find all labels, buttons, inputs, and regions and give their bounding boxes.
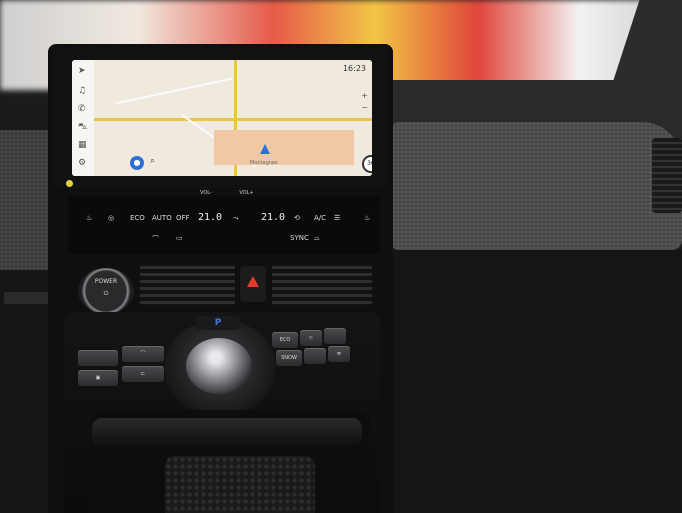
- steering-heat-icon[interactable]: ◎: [108, 214, 114, 222]
- hold-button[interactable]: ≣: [328, 346, 350, 362]
- settings-icon[interactable]: ⚙: [78, 158, 86, 168]
- hazard-button[interactable]: [240, 266, 266, 302]
- mic-button[interactable]: ●: [130, 156, 144, 170]
- dashboard-fabric-panel: [392, 122, 682, 250]
- auto-label[interactable]: AUTO: [152, 214, 172, 222]
- console-button-right[interactable]: [304, 348, 326, 364]
- car-icon[interactable]: ⛍: [78, 122, 87, 133]
- screen-side-rail: ➤ ♫ ✆ ⛍ ▦ ⚙: [72, 60, 94, 176]
- recirculation-icon[interactable]: ⟲: [294, 214, 300, 222]
- console-button[interactable]: ⌒: [122, 346, 164, 362]
- eco-mode-button[interactable]: ECO: [272, 332, 298, 348]
- status-time: 16:23: [342, 64, 366, 73]
- lower-dashboard: [380, 250, 682, 513]
- indicator-light: [66, 180, 73, 187]
- power-icon: ⏻: [103, 290, 109, 297]
- ac-label[interactable]: A/C: [314, 214, 326, 222]
- rear-defrost-icon[interactable]: ☰: [334, 214, 340, 222]
- seat-heat-right-icon[interactable]: ♨: [364, 214, 370, 222]
- infotainment-screen[interactable]: ➤ ♫ ✆ ⛍ ▦ ⚙ 16:23 ● ⌕ Montagnes 30 +−: [72, 60, 372, 176]
- power-button[interactable]: POWER ⏻: [78, 268, 134, 314]
- map-road-main: [94, 118, 372, 121]
- tray-reflection: [92, 418, 362, 448]
- rubber-mat: [165, 456, 315, 513]
- left-temperature: 21.0: [198, 212, 223, 223]
- search-icon[interactable]: ⌕: [150, 156, 155, 166]
- drive-mode-button-2[interactable]: [324, 328, 346, 344]
- speed-limit-sign: 30: [362, 155, 372, 173]
- snow-mode-button[interactable]: SNOW: [276, 350, 302, 366]
- seat-heat-icon[interactable]: ♨: [86, 214, 92, 222]
- current-location-icon: [260, 144, 270, 154]
- left-switch-cluster[interactable]: [4, 292, 50, 304]
- parking-camera-button[interactable]: ▣: [78, 370, 118, 386]
- eco-label[interactable]: ECO: [130, 214, 145, 222]
- console-button[interactable]: [78, 350, 118, 366]
- windshield-defrost-icon[interactable]: ⌓: [314, 234, 320, 243]
- gear-selector-dial[interactable]: [186, 338, 252, 394]
- hazard-icon: [247, 276, 259, 287]
- parking-sensor-button[interactable]: ⊏: [122, 366, 164, 382]
- apps-icon[interactable]: ▦: [78, 140, 87, 150]
- drive-mode-button[interactable]: ⊂: [300, 330, 322, 346]
- airflow-icon[interactable]: ⤳: [233, 214, 239, 223]
- right-temperature: 21.0: [261, 212, 286, 223]
- navigation-map[interactable]: 16:23 ● ⌕ Montagnes 30 +−: [94, 60, 372, 176]
- map-place-label: Montagnes: [250, 160, 278, 166]
- fan-off-label[interactable]: OFF: [176, 214, 190, 222]
- rear-defog-icon[interactable]: ▭: [176, 234, 183, 242]
- zoom-controls[interactable]: + −: [361, 90, 368, 114]
- climate-control-panel[interactable]: ♨ ◎ ECO AUTO OFF 21.0 ⤳ 21.0 ⟲ A/C ☰ ♨ ⌒…: [68, 196, 380, 254]
- center-vent-left[interactable]: [140, 262, 235, 308]
- right-air-vent: [652, 138, 682, 213]
- car-interior-photo: ➤ ♫ ✆ ⛍ ▦ ⚙ 16:23 ● ⌕ Montagnes 30 +− VO…: [0, 0, 682, 513]
- power-button-face: POWER ⏻: [88, 276, 124, 306]
- park-button[interactable]: P: [196, 316, 240, 330]
- map-zone: [214, 130, 354, 165]
- power-label: POWER: [94, 278, 118, 285]
- map-road-minor: [115, 77, 233, 105]
- phone-icon[interactable]: ✆: [78, 104, 86, 114]
- center-vent-right[interactable]: [272, 262, 372, 308]
- sync-label[interactable]: SYNC: [290, 234, 309, 242]
- music-icon[interactable]: ♫: [78, 86, 86, 96]
- navigation-icon[interactable]: ➤: [78, 66, 86, 76]
- front-defrost-icon[interactable]: ⌒: [152, 234, 159, 244]
